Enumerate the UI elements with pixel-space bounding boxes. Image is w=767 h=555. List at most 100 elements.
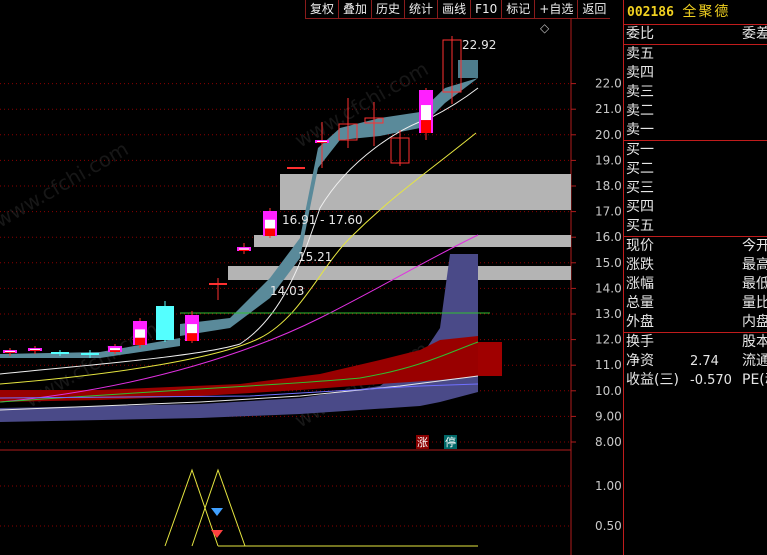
toolbar-button[interactable]: +自选: [534, 0, 578, 19]
price-tick-label: 20.00: [595, 128, 622, 142]
toolbar-button[interactable]: 返回: [577, 0, 611, 19]
candle-body-inner: [110, 350, 120, 352]
weicha-label: 委差: [742, 26, 767, 42]
indicator-line: [164, 468, 219, 547]
candle-body-inner: [265, 228, 275, 236]
quote-row-label: 外盘: [626, 314, 654, 330]
quote-row-right-label: 内盘: [742, 314, 767, 330]
quote-row: 卖四: [624, 64, 767, 83]
price-tick-label: 12.00: [595, 333, 622, 347]
zone-label: 16.91 - 17.60: [282, 213, 363, 227]
quote-row: 涨幅 最低: [624, 275, 767, 294]
diamond-red-icon: [211, 530, 223, 538]
quote-row-label: 换手: [626, 334, 654, 350]
quote-row: 换手 股本: [624, 333, 767, 352]
quote-row: 总量 量比: [624, 294, 767, 313]
toolbar-button[interactable]: 画线: [437, 0, 471, 19]
quote-stats-2: 换手 股本净资 2.74 流通收益(三) -0.570 PE(动): [624, 332, 767, 390]
price-tick-label: 9.00: [595, 409, 622, 423]
zone-label: 15.21: [298, 250, 332, 264]
quote-row-label: 卖五: [626, 46, 654, 62]
quote-row-label: 现价: [626, 238, 654, 254]
quote-row-right-label: 股本: [742, 334, 767, 350]
buy-orders: 买一买二买三买四买五: [624, 140, 767, 236]
candle-body-inner: [30, 349, 40, 351]
quote-row-label: 卖四: [626, 65, 654, 81]
quote-row: 卖五: [624, 45, 767, 64]
candle-body-inner: [421, 120, 431, 133]
candle-body-inner: [30, 350, 40, 351]
quote-row: 外盘 内盘: [624, 313, 767, 332]
quote-row-label: 买二: [626, 161, 654, 177]
price-tick-label: 18.00: [595, 179, 622, 193]
quote-row: 净资 2.74 流通: [624, 352, 767, 371]
toolbar-button[interactable]: 统计: [404, 0, 438, 19]
toolbar-button[interactable]: 标记: [501, 0, 535, 19]
ma-line-white: [0, 87, 479, 375]
candle-body-inner: [187, 324, 197, 334]
candle-body-inner: [110, 348, 120, 351]
kline-chart[interactable]: 22.00 21.00 20.00 19.00 18.00 17.00 16.00 15.00…: [0, 18, 622, 555]
red-band-end: [478, 342, 502, 376]
kline-chart-area[interactable]: 22.00 21.00 20.00 19.00 18.00 17.00 16.00 15.00…: [0, 18, 622, 555]
candle-body-inner: [317, 142, 327, 143]
quote-row: 买三: [624, 179, 767, 198]
toolbar-button[interactable]: 复权: [305, 0, 339, 19]
stock-code: 002186: [627, 5, 674, 20]
price-tick-label: 21.00: [595, 102, 622, 116]
toolbar-button[interactable]: 历史: [371, 0, 405, 19]
quote-row-label: 买四: [626, 199, 654, 215]
quote-row: 现价 今开: [624, 237, 767, 256]
weibi-label: 委比: [626, 26, 654, 42]
quote-row-right-label: 最高: [742, 257, 767, 273]
price-tick-label: 16.00: [595, 230, 622, 244]
high-price-label: 22.92: [462, 38, 496, 52]
candle-body-inner: [239, 249, 249, 251]
quote-row-label: 净资: [626, 353, 654, 369]
quote-row-right-label: 量比: [742, 295, 767, 311]
indicator-tick-label: 0.50: [595, 519, 622, 533]
quote-row: 买五: [624, 217, 767, 236]
diamond-icon: ◇: [540, 21, 550, 35]
price-tick-label: 17.00: [595, 205, 622, 219]
quote-row-label: 收益(三): [626, 372, 679, 388]
candle-body-inner: [187, 333, 197, 341]
toolbar-button[interactable]: 叠加: [338, 0, 372, 19]
quote-row: 涨跌 最高: [624, 256, 767, 275]
zhang-marker: 涨: [417, 436, 428, 449]
price-tick-label: 14.00: [595, 281, 622, 295]
candle-body: [156, 306, 174, 340]
candle-body-inner: [317, 141, 327, 143]
price-tick-label: 13.00: [595, 307, 622, 321]
weibi-row: 委比 委差: [624, 25, 767, 44]
quote-row-label: 卖二: [626, 103, 654, 119]
quote-row-label: 买五: [626, 218, 654, 234]
candle-body-inner: [135, 329, 145, 338]
quote-row-label: 买一: [626, 142, 654, 158]
quote-row-label: 涨跌: [626, 257, 654, 273]
quote-row-label: 买三: [626, 180, 654, 196]
quote-row: 卖一: [624, 121, 767, 140]
quote-row-label: 总量: [626, 295, 654, 311]
quote-row-right-label: 流通: [742, 353, 767, 369]
toolbar-button[interactable]: F10: [470, 0, 502, 19]
price-tick-label: 8.00: [595, 435, 622, 449]
quote-row-label: 卖一: [626, 122, 654, 138]
watermark-text: www.cfchi.com: [291, 57, 433, 153]
quote-row: 卖二: [624, 102, 767, 121]
candle-body-inner: [239, 248, 249, 250]
zone-label: 14.03: [270, 284, 304, 298]
price-tick-label: 19.00: [595, 153, 622, 167]
quote-stats: 现价 今开涨跌 最高涨幅 最低总量 量比外盘 内盘: [624, 236, 767, 332]
price-tick-label: 11.00: [595, 358, 622, 372]
price-tick-label: 15.00: [595, 256, 622, 270]
quote-row-value: -0.570: [690, 373, 732, 388]
price-tick-label: 22.00: [595, 77, 622, 91]
quote-panel: 002186 全聚德 委比 委差 卖五卖四卖三卖二卖一 买一买二买三买四买五 现…: [623, 0, 767, 555]
indicator-tick-label: 1.00: [595, 479, 622, 493]
quote-row-right-label: 今开: [742, 238, 767, 254]
ting-marker: 停: [445, 435, 456, 449]
quote-row-right-label: PE(动): [742, 372, 767, 388]
diamond-blue-icon: [211, 508, 223, 516]
watermark-text: www.cfchi.com: [0, 137, 132, 233]
